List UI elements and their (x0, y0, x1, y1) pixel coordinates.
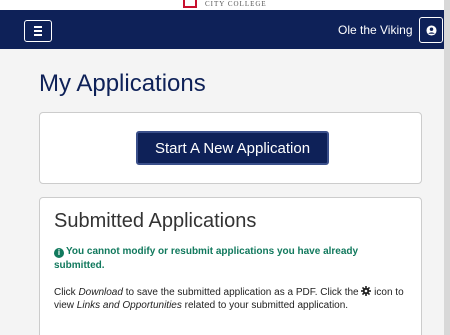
college-logo-icon (183, 0, 197, 8)
download-term: Download (78, 287, 123, 298)
resubmit-notice: i You cannot modify or resubmit applicati… (54, 245, 409, 273)
page-title: My Applications (39, 70, 206, 97)
logo-bar: CITY COLLEGE (0, 0, 444, 10)
user-name-link[interactable]: Ole the Viking (338, 22, 413, 38)
info-icon: i (54, 248, 64, 258)
logo-text: CITY COLLEGE (205, 0, 267, 8)
links-and-opportunities-term: Links and Opportunities (76, 300, 182, 311)
scrollbar-track[interactable] (444, 0, 450, 335)
submitted-applications-card: Submitted Applications i You cannot modif… (39, 197, 422, 335)
start-new-application-button[interactable]: Start A New Application (136, 131, 329, 165)
top-navbar: Ole the Viking (0, 10, 444, 49)
gear-icon (361, 286, 372, 296)
submitted-applications-title: Submitted Applications (54, 210, 257, 232)
notice-text: You cannot modify or resubmit applicatio… (54, 246, 359, 271)
download-instructions: Click Download to save the submitted app… (54, 286, 404, 311)
hamburger-menu-icon (34, 26, 42, 28)
menu-button[interactable] (24, 20, 52, 42)
user-circle-icon (425, 24, 437, 36)
start-application-card: Start A New Application (39, 112, 422, 184)
user-menu-button[interactable] (419, 17, 443, 43)
